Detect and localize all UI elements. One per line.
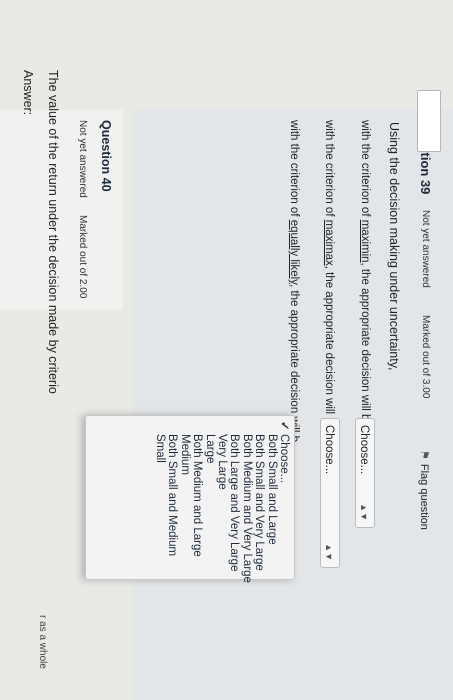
- flag-question-label: Flag question: [418, 463, 430, 530]
- answer-input[interactable]: [417, 90, 441, 152]
- question-39-status: Not yet answered: [420, 210, 431, 288]
- dropdown-option[interactable]: Large: [203, 416, 216, 579]
- equally-likely-prefix: with the criterion of: [288, 120, 300, 220]
- truncated-question-text: r as a whole: [37, 615, 48, 669]
- equally-likely-prompt: with the criterion of equally likely, th…: [288, 120, 300, 442]
- question-40-marks: Marked out of 2.00: [77, 215, 88, 299]
- dropdown-option[interactable]: Medium: [178, 416, 191, 579]
- maximin-select-value: Choose...: [358, 425, 370, 475]
- flag-icon: ⚑: [418, 450, 430, 460]
- maximax-prompt: with the criterion of maximax, the appro…: [323, 120, 335, 430]
- dropdown-option[interactable]: Small: [154, 416, 166, 579]
- dropdown-option[interactable]: Choose...: [278, 416, 290, 579]
- dropdown-option[interactable]: Both Small and Large: [265, 416, 278, 579]
- dropdown-option[interactable]: Both Large and Very Large: [228, 416, 240, 579]
- dropdown-option[interactable]: Both Medium and Very Large: [240, 416, 253, 583]
- maximin-term: maximin: [359, 219, 371, 263]
- dropdown-option[interactable]: Both Small and Medium: [166, 416, 178, 579]
- maximin-suffix: , the appropriate decision will be: [359, 262, 371, 427]
- question-39-marks: Marked out of 3.00: [420, 315, 431, 399]
- quiz-page: Question 39 Not yet answered Marked out …: [0, 0, 453, 700]
- question-40-status: Not yet answered: [77, 120, 88, 198]
- equally-likely-term: equally likely: [288, 219, 300, 285]
- decision-dropdown-list[interactable]: Choose...Both Small and LargeBoth Small …: [85, 415, 295, 583]
- maximax-decision-select[interactable]: Choose... ▲▼: [320, 418, 340, 568]
- maximin-prefix: with the criterion of: [359, 120, 371, 220]
- dropdown-option[interactable]: Very Large: [216, 416, 228, 579]
- maximax-select-value: Choose...: [323, 425, 335, 475]
- dropdown-option[interactable]: Both Medium and Large: [191, 416, 203, 579]
- question-40-text: The value of the return under the decisi…: [46, 70, 60, 394]
- select-arrows-icon: ▲▼: [359, 503, 369, 521]
- maximax-suffix: , the appropriate decision will be: [323, 265, 335, 431]
- select-arrows-icon: ▲▼: [324, 543, 334, 561]
- question-40-title: Question 40: [99, 120, 113, 192]
- maximax-prefix: with the criterion of: [323, 120, 335, 220]
- maximax-term: maximax: [323, 219, 335, 266]
- dropdown-option[interactable]: Both Small and Very Large: [253, 416, 265, 579]
- answer-label: Answer:: [21, 70, 35, 116]
- maximin-prompt: with the criterion of maximin, the appro…: [359, 120, 371, 427]
- flag-question-button[interactable]: ⚑ Flag question: [418, 450, 431, 530]
- maximin-decision-select[interactable]: Choose... ▲▼: [355, 418, 375, 528]
- question-39-intro: Using the decision making under uncertai…: [387, 122, 401, 371]
